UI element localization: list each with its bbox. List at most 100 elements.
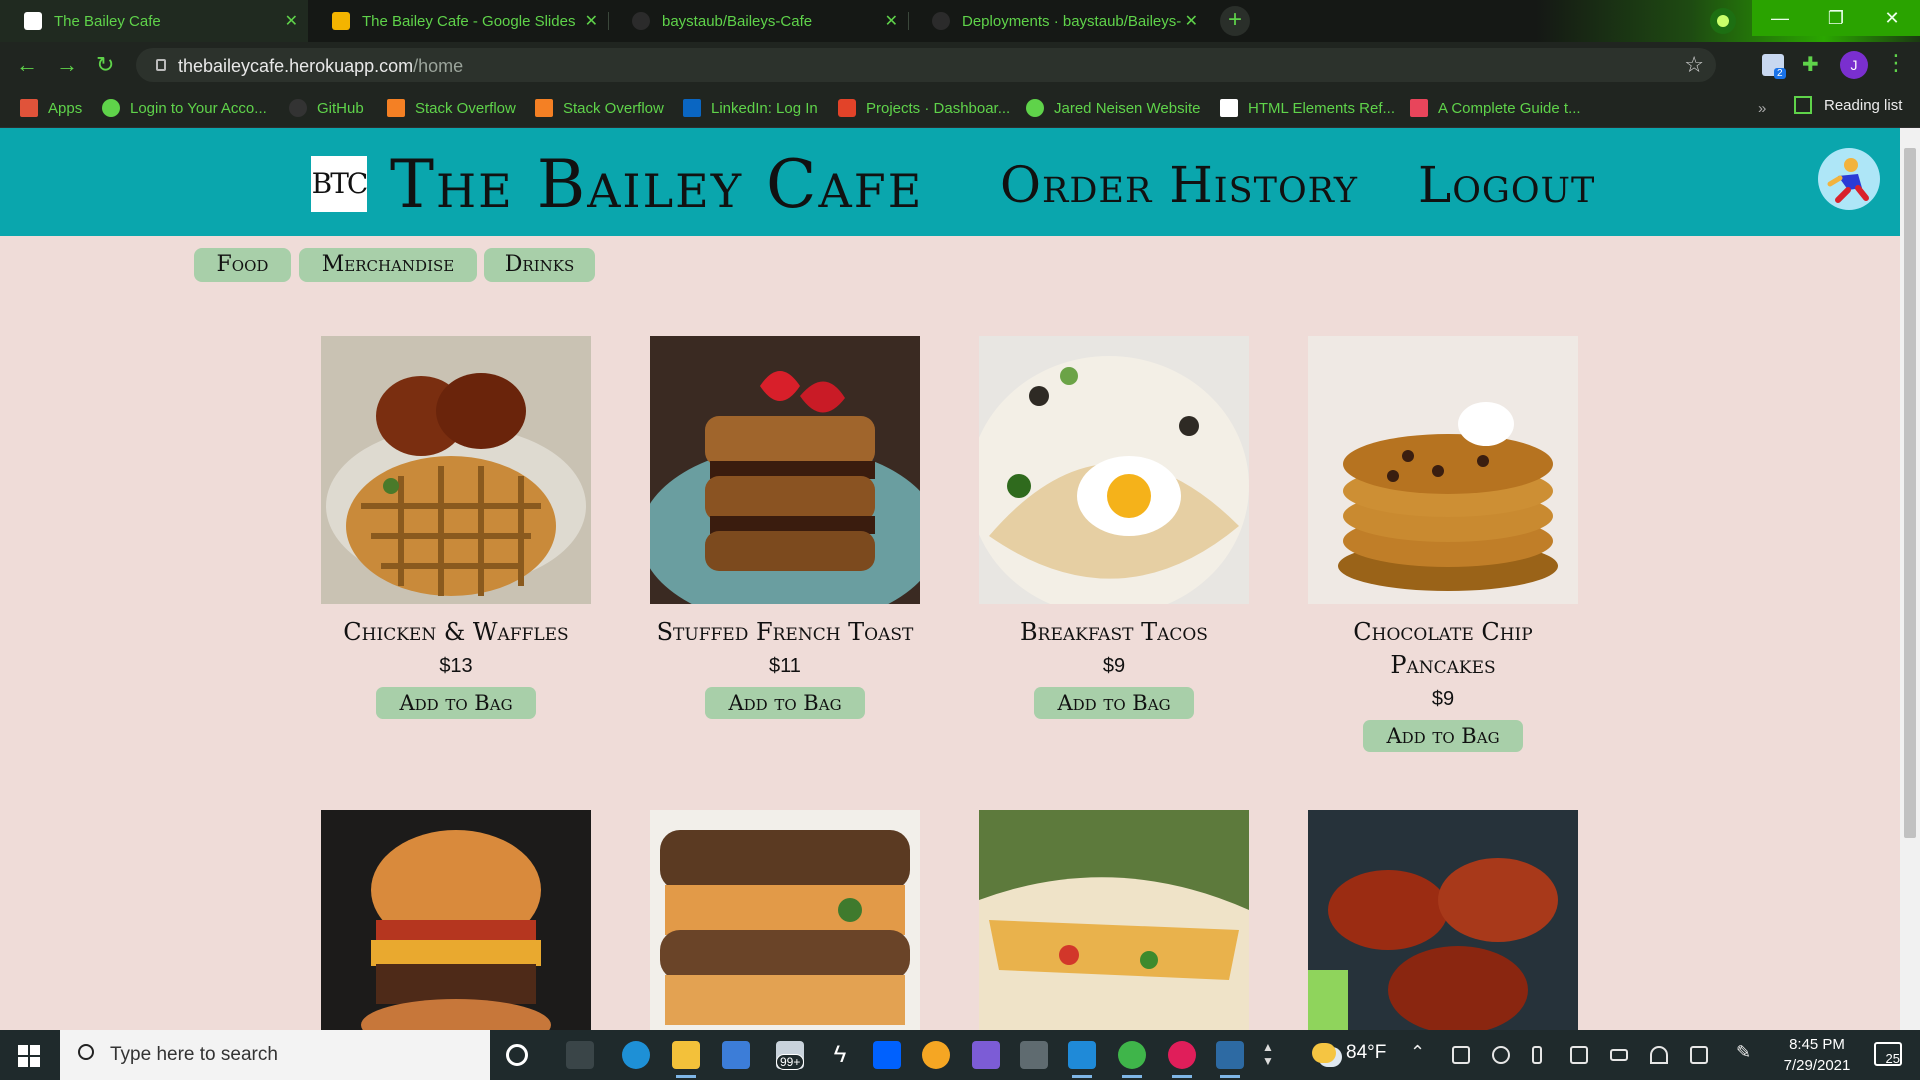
- tab-bailey-cafe[interactable]: The Bailey Cafe ✕: [0, 0, 308, 42]
- meet-now-icon[interactable]: [1452, 1046, 1470, 1064]
- product-price: $9: [1431, 688, 1455, 710]
- lightning-app-icon[interactable]: ϟ: [826, 1041, 854, 1069]
- restore-button[interactable]: ❐: [1808, 0, 1864, 36]
- minimize-button[interactable]: —: [1752, 0, 1808, 36]
- partly-cloudy-icon: [1312, 1043, 1336, 1063]
- pen-icon[interactable]: ✎: [1736, 1042, 1754, 1062]
- forward-arrow-icon[interactable]: →: [56, 52, 78, 78]
- product-price: $9: [1102, 655, 1126, 677]
- bookmark-apps[interactable]: Apps: [20, 96, 82, 120]
- product-card: Chicken & Waffles $13 Add to Bag: [321, 336, 591, 719]
- bookmark-login[interactable]: Login to Your Acco...: [102, 96, 267, 120]
- edge-browser-icon[interactable]: [622, 1041, 650, 1069]
- microsoft-store-icon[interactable]: [722, 1041, 750, 1069]
- page-scrollbar[interactable]: [1900, 128, 1920, 1030]
- bookmark-css-tricks[interactable]: A Complete Guide t...: [1410, 96, 1581, 120]
- add-to-bag-button[interactable]: Add to Bag: [1363, 720, 1523, 752]
- mail-unread-badge: 99+: [776, 1054, 805, 1070]
- extension-status-icon[interactable]: [1710, 8, 1736, 34]
- microphone-icon[interactable]: [1532, 1046, 1542, 1064]
- weather-widget[interactable]: 84°F: [1312, 1042, 1386, 1064]
- notification-center-icon[interactable]: 25: [1874, 1042, 1902, 1066]
- category-drinks-button[interactable]: Drinks: [484, 248, 595, 282]
- menu-kebab-icon[interactable]: ⋮: [1885, 50, 1907, 76]
- system-clock[interactable]: 8:45 PM 7/29/2021: [1772, 1034, 1862, 1076]
- burger-photo[interactable]: [321, 810, 591, 1030]
- dropbox-icon[interactable]: [873, 1041, 901, 1069]
- wifi-icon[interactable]: [1650, 1046, 1668, 1064]
- slack-icon[interactable]: [1168, 1041, 1196, 1078]
- mdn-icon: [1220, 99, 1238, 117]
- bookmark-star-icon[interactable]: ☆: [1684, 52, 1704, 78]
- git-kraken-icon[interactable]: [972, 1041, 1000, 1069]
- tab-close-icon[interactable]: ✕: [285, 11, 298, 31]
- vscode-icon[interactable]: [1068, 1041, 1096, 1078]
- stuffed-french-toast-photo[interactable]: [650, 336, 920, 604]
- tab-close-icon[interactable]: ✕: [885, 11, 898, 31]
- tab-google-slides[interactable]: The Bailey Cafe - Google Slides ✕: [308, 0, 609, 42]
- battery-icon[interactable]: [1610, 1049, 1628, 1061]
- chicken-waffles-photo[interactable]: [321, 336, 591, 604]
- taskbar-search-box[interactable]: Type here to search: [60, 1030, 490, 1080]
- bookmark-stack-overflow-2[interactable]: Stack Overflow: [535, 96, 664, 120]
- chocolate-chip-pancakes-photo[interactable]: [1308, 336, 1578, 604]
- taskbar-scroll-icon[interactable]: ▲ ▼: [1262, 1040, 1274, 1068]
- google-slides-favicon-icon: [332, 12, 350, 30]
- quesadilla-photo[interactable]: [979, 810, 1249, 1030]
- product-card: [1308, 810, 1578, 1030]
- cafe-page: BTC The Bailey Cafe Order History Logout…: [0, 128, 1900, 1030]
- add-to-bag-button[interactable]: Add to Bag: [376, 687, 536, 719]
- reading-list-button[interactable]: Reading list: [1794, 96, 1902, 114]
- product-name: Stuffed French Toast: [656, 618, 914, 646]
- windows-start-icon[interactable]: [18, 1045, 40, 1067]
- puzzle-extensions-icon[interactable]: ✚: [1802, 52, 1824, 76]
- chicken-wings-photo[interactable]: [1308, 810, 1578, 1030]
- tab-close-icon[interactable]: ✕: [1185, 11, 1198, 31]
- logout-link[interactable]: Logout: [1418, 156, 1595, 214]
- chrome-icon[interactable]: [1118, 1041, 1146, 1078]
- browser-toolbar: ← → ↻ thebaileycafe.herokuapp.com/home ☆…: [0, 42, 1920, 88]
- calculator-icon[interactable]: [1020, 1041, 1048, 1069]
- address-bar[interactable]: thebaileycafe.herokuapp.com/home ☆: [136, 48, 1716, 82]
- bookmark-github[interactable]: GitHub: [289, 96, 364, 120]
- norton-icon[interactable]: [922, 1041, 950, 1069]
- close-window-button[interactable]: ✕: [1864, 0, 1920, 36]
- bookmarks-overflow-chevron-icon[interactable]: »: [1758, 96, 1766, 120]
- breakfast-tacos-photo[interactable]: [979, 336, 1249, 604]
- user-avatar[interactable]: [1818, 148, 1880, 210]
- bookmark-linkedin[interactable]: LinkedIn: Log In: [683, 96, 818, 120]
- bookmark-jared-neisen[interactable]: Jared Neisen Website: [1026, 96, 1200, 120]
- add-to-bag-button[interactable]: Add to Bag: [705, 687, 865, 719]
- bookmark-stack-overflow-1[interactable]: Stack Overflow: [387, 96, 516, 120]
- show-hidden-icons-chevron-icon[interactable]: ⌃: [1410, 1042, 1425, 1063]
- product-name: Breakfast Tacos: [1020, 618, 1208, 646]
- btc-logo[interactable]: BTC: [311, 156, 368, 212]
- github-favicon-icon: [632, 12, 650, 30]
- new-tab-button[interactable]: +: [1220, 6, 1250, 36]
- onedrive-icon[interactable]: [1492, 1046, 1510, 1064]
- scrollbar-thumb[interactable]: [1904, 148, 1916, 838]
- reload-icon[interactable]: ↻: [96, 52, 114, 78]
- bookmark-html-elements[interactable]: HTML Elements Ref...: [1220, 96, 1395, 120]
- bookmarks-bar: Apps Login to Your Acco... GitHub Stack …: [0, 88, 1920, 128]
- add-to-bag-button[interactable]: Add to Bag: [1034, 687, 1194, 719]
- tab-github-repo[interactable]: baystaub/Baileys-Cafe ✕: [608, 0, 909, 42]
- clock-time: 8:45 PM: [1789, 1036, 1845, 1053]
- volume-icon[interactable]: [1690, 1046, 1708, 1064]
- cortana-icon[interactable]: [506, 1044, 528, 1066]
- task-view-icon[interactable]: [566, 1041, 594, 1069]
- file-explorer-icon[interactable]: [672, 1041, 700, 1078]
- url-host: thebaileycafe.herokuapp.com: [178, 56, 414, 76]
- brand-title[interactable]: The Bailey Cafe: [390, 146, 923, 223]
- terminal-icon[interactable]: [1216, 1041, 1244, 1078]
- bookmark-gitlab[interactable]: Projects · Dashboar...: [838, 96, 1010, 120]
- category-food-button[interactable]: Food: [194, 248, 291, 282]
- profile-avatar[interactable]: J: [1840, 51, 1868, 79]
- category-merchandise-button[interactable]: Merchandise: [299, 248, 477, 282]
- back-arrow-icon[interactable]: ←: [16, 52, 38, 78]
- tab-close-icon[interactable]: ✕: [585, 11, 598, 31]
- tab-github-deployments[interactable]: Deployments · baystaub/Baileys- ✕: [908, 0, 1208, 42]
- order-history-link[interactable]: Order History: [1000, 156, 1358, 214]
- grilled-sandwich-photo[interactable]: [650, 810, 920, 1030]
- screen-capture-icon[interactable]: [1570, 1046, 1588, 1064]
